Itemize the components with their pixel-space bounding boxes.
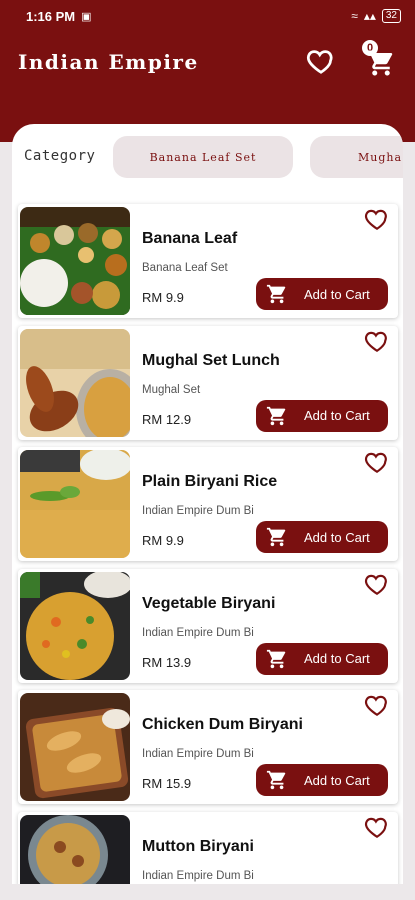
status-bar: 1:16 PM ▣ ≈ ▴▴ 32 (0, 0, 415, 32)
menu-item-subtitle: Indian Empire Dum Bi (142, 505, 254, 517)
menu-item-name: Mutton Biryani (142, 837, 254, 855)
category-chip-mughal[interactable]: Mugha (310, 136, 403, 178)
add-to-cart-label: Add to Cart (304, 286, 370, 302)
category-label: Category (24, 148, 96, 164)
menu-item-price: RM 9.9 (142, 533, 184, 548)
status-icons: ≈ ▴▴ 32 (351, 9, 401, 23)
wifi-icon: ≈ (351, 9, 358, 23)
menu-item-name: Vegetable Biryani (142, 594, 276, 612)
cart-icon (266, 649, 286, 668)
add-to-cart-button[interactable]: Add to Cart (256, 642, 388, 675)
favorite-heart-icon[interactable] (364, 206, 390, 232)
menu-item-card[interactable]: Vegetable Biryani Indian Empire Dum Bi R… (18, 568, 398, 683)
cart-icon (266, 406, 286, 425)
menu-item-card[interactable]: Mutton Biryani Indian Empire Dum Bi (18, 811, 398, 884)
favorites-heart-icon[interactable] (306, 46, 336, 76)
add-to-cart-label: Add to Cart (304, 529, 370, 545)
cart-icon (266, 527, 286, 547)
menu-item-subtitle: Indian Empire Dum Bi (142, 748, 254, 760)
menu-item-card[interactable]: Mughal Set Lunch Mughal Set RM 12.9 Add … (18, 325, 398, 440)
app-title: Indian Empire (18, 50, 199, 74)
plain-biryani-image (20, 450, 130, 558)
menu-item-price: RM 9.9 (142, 290, 184, 305)
cart-icon[interactable] (366, 48, 396, 78)
menu-item-card[interactable]: Chicken Dum Biryani Indian Empire Dum Bi… (18, 690, 398, 804)
menu-item-price: RM 12.9 (142, 411, 192, 427)
menu-item-price: RM 15.9 (142, 776, 192, 791)
add-to-cart-label: Add to Cart (304, 772, 370, 788)
menu-item-subtitle: Banana Leaf Set (142, 262, 228, 274)
banana-leaf-meal-image (20, 207, 130, 315)
favorite-heart-icon[interactable] (364, 814, 390, 840)
add-to-cart-label: Add to Cart (304, 408, 370, 423)
category-chip-banana-leaf-set[interactable]: Banana Leaf Set (113, 136, 293, 178)
add-to-cart-label: Add to Cart (304, 651, 370, 666)
menu-item-price: RM 13.9 (142, 654, 192, 670)
add-to-cart-button[interactable]: Add to Cart (256, 278, 388, 310)
status-time: 1:16 PM (26, 8, 76, 24)
vegetable-biryani-image (20, 571, 130, 680)
mutton-biryani-image (20, 814, 130, 884)
cart-icon (266, 770, 286, 790)
add-to-cart-button[interactable]: Add to Cart (256, 521, 388, 553)
menu-item-name: Plain Biryani Rice (142, 473, 278, 490)
menu-item-name: Banana Leaf (142, 230, 238, 247)
favorite-heart-icon[interactable] (364, 571, 390, 597)
category-row: Category Banana Leaf Set Mugha (12, 134, 403, 180)
menu-item-subtitle: Mughal Set (142, 383, 201, 396)
menu-item-name: Chicken Dum Biryani (142, 716, 303, 733)
add-to-cart-button[interactable]: Add to Cart (256, 764, 388, 796)
favorite-heart-icon[interactable] (364, 692, 390, 718)
add-to-cart-button[interactable]: Add to Cart (256, 399, 388, 432)
menu-item-name: Mughal Set Lunch (142, 351, 280, 369)
favorite-heart-icon[interactable] (364, 449, 390, 475)
signal-icon: ▴▴ (363, 9, 376, 23)
menu-item-subtitle: Indian Empire Dum Bi (142, 869, 254, 882)
laptop-icon: ▣ (81, 10, 92, 23)
cart-icon (266, 284, 286, 304)
content-panel: Category Banana Leaf Set Mugha Banana Le… (12, 124, 403, 884)
battery-level: 32 (385, 10, 397, 21)
menu-list: Banana Leaf Banana Leaf Set RM 9.9 Add t… (18, 204, 403, 884)
battery-icon: 32 (381, 9, 401, 23)
favorite-heart-icon[interactable] (364, 328, 390, 354)
chicken-biryani-image (20, 693, 130, 801)
menu-item-card[interactable]: Banana Leaf Banana Leaf Set RM 9.9 Add t… (18, 204, 398, 318)
chicken-drumsticks-image (20, 328, 130, 437)
menu-item-subtitle: Indian Empire Dum Bi (142, 626, 254, 639)
menu-item-card[interactable]: Plain Biryani Rice Indian Empire Dum Bi … (18, 447, 398, 561)
